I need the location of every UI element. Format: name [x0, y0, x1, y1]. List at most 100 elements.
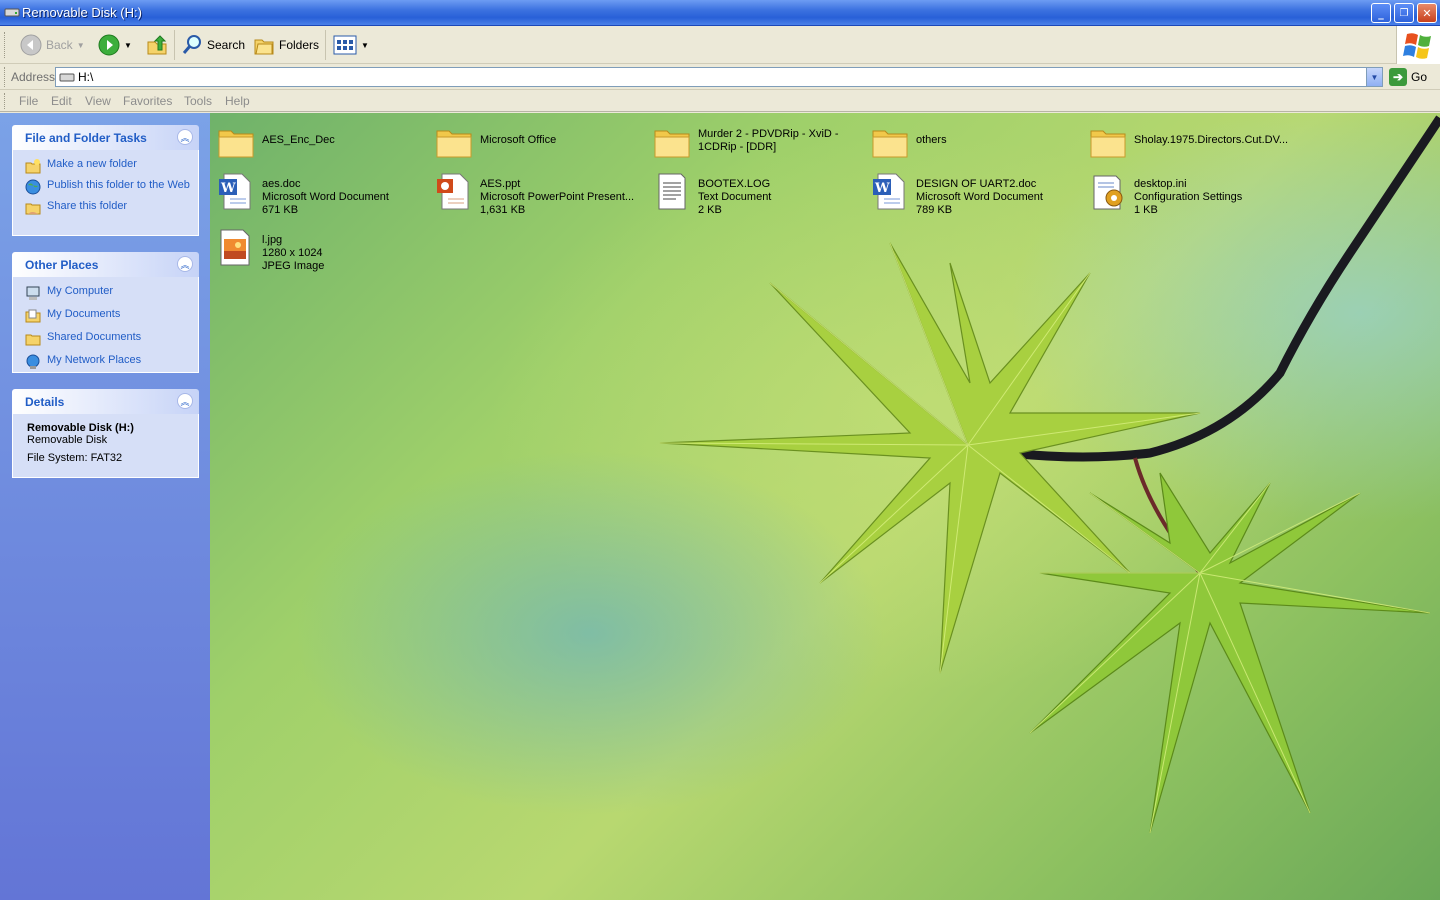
file-item-image[interactable]: l.jpg 1280 x 1024 JPEG Image [216, 227, 432, 273]
other-places-panel: Other Places ︽ My Computer My Documents … [12, 252, 199, 373]
publish-web-icon [25, 179, 41, 195]
menu-favorites[interactable]: Favorites [123, 94, 172, 108]
forward-dropdown-icon[interactable]: ▼ [124, 41, 132, 50]
back-dropdown-icon[interactable]: ▼ [77, 41, 85, 50]
task-pane: File and Folder Tasks ︽ Make a new folde… [0, 113, 210, 900]
minimize-button[interactable]: _ [1371, 3, 1391, 23]
network-places-icon [26, 354, 40, 369]
folder-icon [436, 130, 472, 158]
standard-toolbar: Back ▼ ▼ Search Folders ▼ [0, 26, 1440, 64]
forward-arrow-icon [98, 34, 120, 56]
my-computer-link[interactable]: My Computer [25, 285, 190, 301]
text-document-icon [658, 173, 686, 210]
forward-button[interactable]: ▼ [98, 32, 132, 58]
svg-text:W: W [220, 181, 236, 196]
details-panel: Details ︽ Removable Disk (H:) Removable … [12, 389, 199, 478]
details-filesystem: File System: FAT32 [27, 452, 123, 464]
file-item-folder[interactable]: AES_Enc_Dec [216, 121, 432, 161]
file-item-folder[interactable]: Microsoft Office [434, 121, 650, 161]
address-value: H:\ [78, 70, 94, 84]
address-label: Address [11, 70, 56, 84]
file-item-folder[interactable]: Murder 2 - PDVDRip - XviD -1CDRip - [DDR… [652, 121, 868, 161]
go-button[interactable]: ➔ Go [1389, 68, 1427, 86]
folder-icon [1090, 130, 1126, 158]
back-arrow-icon [20, 34, 42, 56]
address-dropdown-button[interactable]: ▼ [1366, 68, 1382, 86]
folders-button[interactable]: Folders [253, 32, 319, 58]
file-item-folder[interactable]: others [870, 121, 1086, 161]
explorer-window: Removable Disk (H:) _ ❐ ✕ Back ▼ ▼ Searc… [0, 0, 1440, 900]
restore-button[interactable]: ❐ [1394, 3, 1414, 23]
panel-header[interactable]: Other Places ︽ [12, 252, 199, 277]
shared-documents-link[interactable]: Shared Documents [25, 331, 190, 347]
panel-title: Other Places [25, 258, 99, 272]
word-document-icon: W [219, 173, 251, 210]
panel-header[interactable]: Details ︽ [12, 389, 199, 414]
folder-icon [218, 130, 254, 158]
shared-documents-icon [25, 334, 41, 346]
address-field[interactable]: H:\ ▼ [55, 67, 1383, 87]
drive-icon [59, 73, 75, 82]
share-folder-link[interactable]: Share this folder [25, 200, 190, 216]
windows-flag-icon [1403, 33, 1431, 59]
search-icon [182, 35, 201, 54]
file-item-document[interactable]: desktop.ini Configuration Settings 1 KB [1088, 171, 1304, 217]
file-item-document[interactable]: W aes.doc Microsoft Word Document 671 KB [216, 171, 432, 217]
my-computer-icon [26, 286, 40, 300]
panel-header[interactable]: File and Folder Tasks ︽ [12, 125, 199, 150]
my-documents-icon [25, 309, 41, 323]
file-item-document[interactable]: BOOTEX.LOG Text Document 2 KB [652, 171, 868, 217]
menu-help[interactable]: Help [225, 94, 250, 108]
views-button[interactable]: ▼ [333, 32, 369, 58]
file-item-document[interactable]: AES.ppt Microsoft PowerPoint Present... 1,… [434, 171, 650, 217]
views-icon [333, 35, 357, 55]
collapse-chevron-icon[interactable]: ︽ [177, 393, 193, 409]
share-folder-icon [25, 203, 41, 215]
file-view[interactable]: AES_Enc_Dec Microsoft Office Murder 2 - … [210, 113, 1440, 900]
menu-bar: File Edit View Favorites Tools Help [0, 90, 1440, 112]
toolbar-separator [174, 30, 175, 60]
folder-icon [872, 130, 908, 158]
panel-title: File and Folder Tasks [25, 131, 147, 145]
back-button[interactable]: Back ▼ [20, 32, 85, 58]
file-item-document[interactable]: W DESIGN OF UART2.doc Microsoft Word Docu… [870, 171, 1086, 217]
views-dropdown-icon: ▼ [361, 40, 369, 50]
chevron-down-icon: ▼ [1370, 72, 1379, 82]
menu-view[interactable]: View [85, 94, 111, 108]
folders-icon [254, 39, 274, 55]
windows-logo [1396, 26, 1440, 64]
menu-tools[interactable]: Tools [184, 94, 212, 108]
jpeg-image-icon [220, 229, 250, 266]
minimize-icon: _ [1378, 6, 1384, 20]
close-button[interactable]: ✕ [1417, 3, 1437, 23]
collapse-chevron-icon[interactable]: ︽ [177, 129, 193, 145]
network-places-link[interactable]: My Network Places [25, 354, 190, 370]
menu-grip[interactable] [4, 93, 7, 109]
svg-text:W: W [874, 181, 890, 196]
powerpoint-document-icon [437, 173, 469, 210]
file-folder-tasks-panel: File and Folder Tasks ︽ Make a new folde… [12, 125, 199, 236]
toolbar-grip[interactable] [4, 32, 7, 58]
panel-title: Details [25, 395, 65, 409]
details-type: Removable Disk [27, 434, 108, 446]
search-button[interactable]: Search [181, 32, 245, 58]
up-folder-icon [147, 35, 167, 55]
go-arrow-icon: ➔ [1389, 68, 1407, 86]
make-new-folder-link[interactable]: Make a new folder [25, 158, 190, 174]
toolbar-separator [325, 30, 326, 60]
folder-icon [654, 130, 690, 158]
new-folder-icon [25, 159, 41, 174]
address-bar: Address H:\ ▼ ➔ Go [0, 64, 1440, 90]
publish-folder-web-link[interactable]: Publish this folder to the Web [25, 179, 190, 195]
address-grip[interactable] [4, 67, 7, 87]
title-bar[interactable]: Removable Disk (H:) _ ❐ ✕ [0, 0, 1440, 26]
collapse-chevron-icon[interactable]: ︽ [177, 256, 193, 272]
restore-icon: ❐ [1399, 7, 1409, 19]
details-name: Removable Disk (H:) [27, 422, 134, 434]
menu-file[interactable]: File [19, 94, 38, 108]
file-item-folder[interactable]: Sholay.1975.Directors.Cut.DV... [1088, 121, 1304, 161]
up-folder-button[interactable] [146, 32, 168, 58]
close-icon: ✕ [1422, 6, 1432, 20]
menu-edit[interactable]: Edit [51, 94, 72, 108]
my-documents-link[interactable]: My Documents [25, 308, 190, 324]
